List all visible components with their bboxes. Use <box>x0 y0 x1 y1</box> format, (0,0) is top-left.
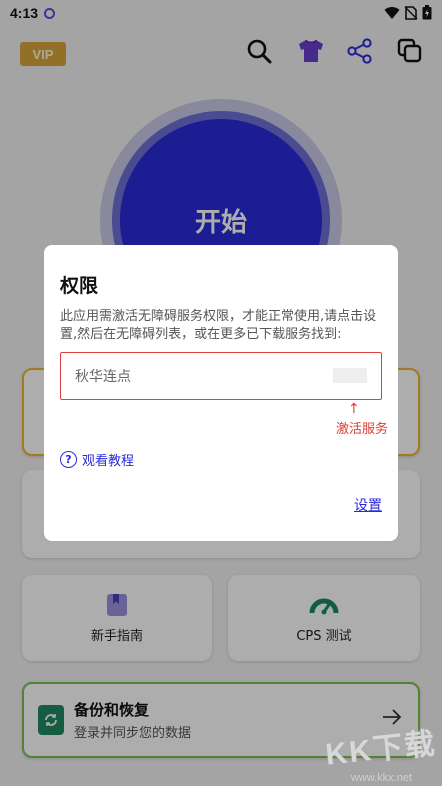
up-arrow-icon: ↑ <box>348 401 360 417</box>
service-toggle <box>333 368 367 383</box>
watch-tutorial-label: 观看教程 <box>82 454 135 469</box>
activate-service-label: 激活服务 <box>336 422 389 437</box>
service-name: 秋华连点 <box>75 369 131 385</box>
dialog-message: 此应用需激活无障碍服务权限，才能正常使用,请点击设置,然后在无障碍列表，或在更多… <box>60 309 377 342</box>
watch-tutorial-link[interactable]: ? 观看教程 <box>60 450 134 469</box>
settings-button[interactable]: 设置 <box>354 495 382 515</box>
service-item: 秋华连点 <box>60 352 382 400</box>
dialog-title: 权限 <box>60 275 99 297</box>
watermark-url: www.kkx.net <box>350 772 412 784</box>
permission-dialog: 权限 此应用需激活无障碍服务权限，才能正常使用,请点击设置,然后在无障碍列表，或… <box>44 245 398 541</box>
question-icon: ? <box>60 451 77 468</box>
